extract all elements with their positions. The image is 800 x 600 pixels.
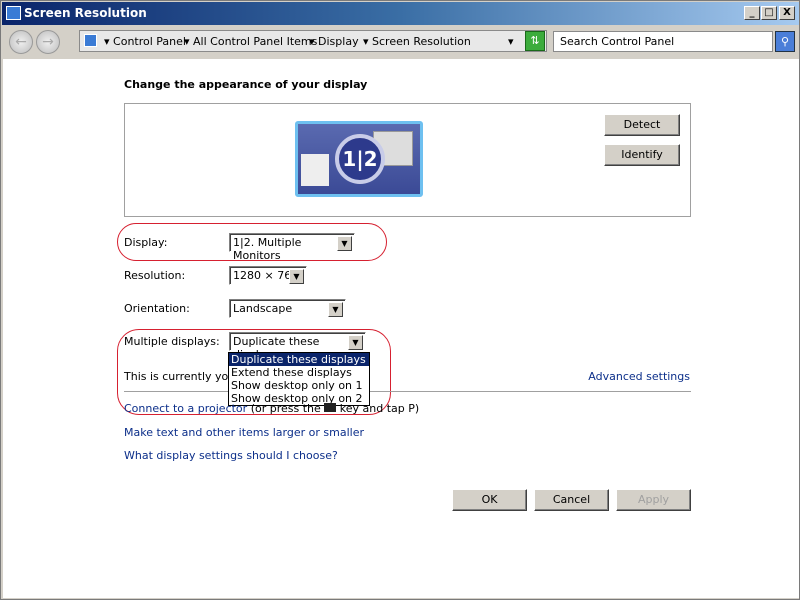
toolbar: ← → ▾ Control Panel ▾ All Control Panel …	[3, 26, 799, 58]
breadcrumb-screen-resolution[interactable]: ▾ Screen Resolution	[363, 35, 471, 48]
address-bar[interactable]: ▾ Control Panel ▾ All Control Panel Item…	[79, 30, 547, 52]
monitor-preview: 1|2 Detect Identify	[124, 103, 691, 217]
projector-line: Connect to a projector (or press the key…	[124, 402, 419, 415]
chevron-down-icon[interactable]: ▼	[348, 335, 363, 350]
monitor-icon[interactable]: 1|2	[295, 121, 423, 197]
chevron-down-icon[interactable]: ▼	[337, 236, 352, 251]
breadcrumb-all-items[interactable]: ▾ All Control Panel Items	[184, 35, 317, 48]
refresh-icon[interactable]: ⇅	[525, 31, 545, 51]
orientation-value: Landscape	[233, 302, 293, 315]
window-title: Screen Resolution	[24, 6, 147, 20]
apply-button[interactable]: Apply	[616, 489, 691, 511]
projector-text-2: key and tap P)	[339, 402, 420, 415]
page-heading: Change the appearance of your display	[124, 78, 368, 91]
maximize-button[interactable]: □	[761, 6, 777, 20]
multiple-displays-label: Multiple displays:	[124, 335, 220, 348]
chevron-down-icon[interactable]: ▼	[328, 302, 343, 317]
window: Screen Resolution _ □ X ← → ▾ Control Pa…	[0, 0, 800, 600]
app-icon	[6, 6, 21, 20]
search-input[interactable]: Search Control Panel	[553, 31, 773, 52]
orientation-label: Orientation:	[124, 302, 190, 315]
search-icon[interactable]: ⚲	[775, 31, 795, 52]
option-extend[interactable]: Extend these displays	[229, 366, 369, 379]
identify-button[interactable]: Identify	[604, 144, 680, 166]
chevron-down-icon[interactable]: ▼	[289, 269, 304, 284]
windows-key-icon	[324, 403, 337, 412]
detect-button[interactable]: Detect	[604, 114, 680, 136]
ok-button[interactable]: OK	[452, 489, 527, 511]
multiple-displays-select[interactable]: Duplicate these displays▼	[229, 332, 366, 361]
projector-link[interactable]: Connect to a projector	[124, 402, 247, 415]
cancel-button[interactable]: Cancel	[534, 489, 609, 511]
control-panel-icon	[84, 34, 97, 47]
monitor-number: 1|2	[335, 134, 385, 184]
minimize-button[interactable]: _	[744, 6, 760, 20]
address-dropdown-icon[interactable]: ▾	[508, 35, 514, 48]
forward-button[interactable]: →	[36, 30, 60, 54]
resolution-label: Resolution:	[124, 269, 186, 282]
resolution-select[interactable]: 1280 × 768 ▼	[229, 266, 307, 285]
display-label: Display:	[124, 236, 168, 249]
back-button[interactable]: ←	[9, 30, 33, 54]
orientation-select[interactable]: Landscape ▼	[229, 299, 346, 318]
text-size-link[interactable]: Make text and other items larger or smal…	[124, 426, 364, 439]
display-help-link[interactable]: What display settings should I choose?	[124, 449, 338, 462]
projector-text: (or press the	[250, 402, 321, 415]
content-area: Change the appearance of your display 1|…	[3, 59, 799, 598]
option-only-1[interactable]: Show desktop only on 1	[229, 379, 369, 392]
current-display-text: This is currently your	[124, 370, 240, 383]
divider	[124, 391, 691, 392]
advanced-settings-link[interactable]: Advanced settings	[588, 370, 690, 383]
breadcrumb-control-panel[interactable]: ▾ Control Panel	[104, 35, 186, 48]
option-duplicate[interactable]: Duplicate these displays	[229, 353, 369, 366]
display-select[interactable]: 1|2. Multiple Monitors ▼	[229, 233, 355, 262]
breadcrumb-display[interactable]: ▾ Display	[309, 35, 359, 48]
close-button[interactable]: X	[779, 6, 795, 20]
title-bar[interactable]: Screen Resolution _ □ X	[2, 2, 799, 25]
multiple-displays-dropdown: Duplicate these displays Extend these di…	[228, 352, 370, 406]
